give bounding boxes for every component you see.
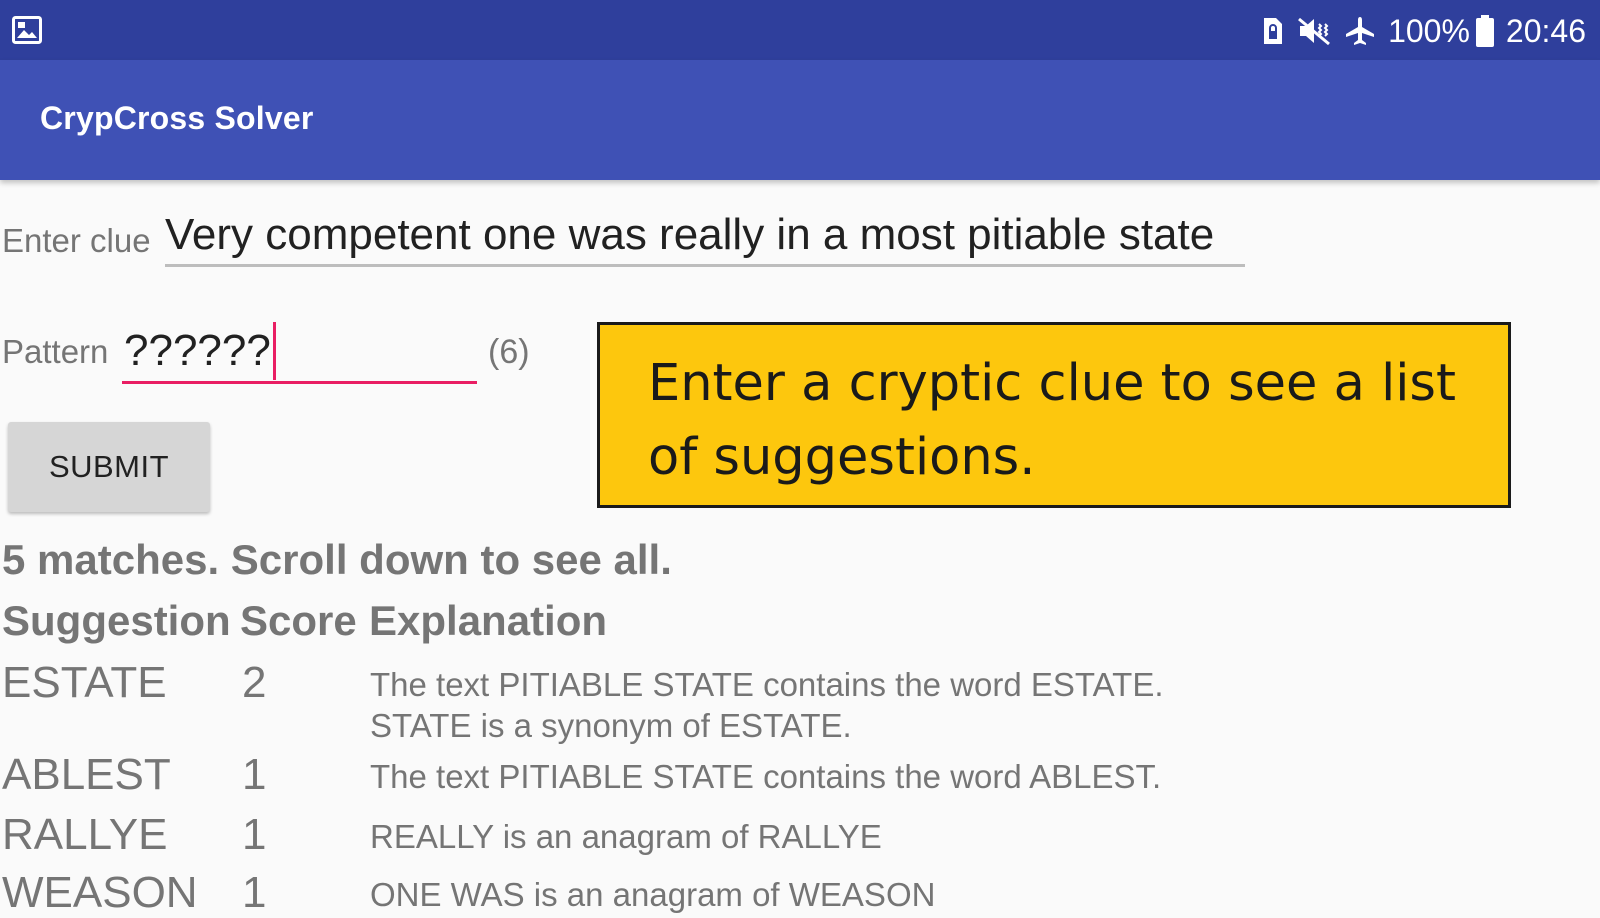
explanation-cell: The text PITIABLE STATE contains the wor… [370,758,1162,795]
app-title: CrypCross Solver [40,100,314,136]
table-row[interactable]: ABLEST 1 The text PITIABLE STATE contain… [2,750,1202,808]
airplane-mode-icon [1344,15,1376,47]
suggestion-cell: ESTATE [2,658,167,707]
battery-icon [1475,15,1494,47]
results-header: Suggestion Score Explanation [2,597,1202,647]
pattern-length: (6) [488,333,530,371]
suggestion-cell: WEASON [2,868,198,917]
pattern-input[interactable]: ?????? [122,312,477,384]
explanation-cell: The text PITIABLE STATE contains the wor… [370,666,1164,744]
suggestion-cell: ABLEST [2,750,171,799]
vibrate-mute-icon [1296,16,1332,46]
gallery-icon [12,16,42,44]
pattern-value: ?????? [124,326,271,375]
clue-input[interactable] [165,206,1245,267]
explanation-cell: REALLY is an anagram of RALLYE [370,818,882,855]
text-cursor [273,322,276,380]
score-cell: 1 [242,810,267,859]
status-icons: 100% 20:46 [1262,12,1586,50]
battery-level: 100% [1388,12,1470,49]
clue-label: Enter clue [2,222,151,259]
table-row[interactable]: RALLYE 1 REALLY is an anagram of RALLYE [2,810,1202,868]
hint-tooltip[interactable]: Enter a cryptic clue to see a list of su… [597,322,1511,508]
score-cell: 1 [242,868,267,917]
app-bar: CrypCross Solver [0,60,1600,180]
clock: 20:46 [1505,12,1586,49]
status-bar: 100% 20:46 [0,0,1600,60]
submit-button[interactable]: SUBMIT [8,422,210,512]
column-header-score: Score [240,597,357,644]
column-header-suggestion: Suggestion [2,597,231,644]
column-header-explanation: Explanation [369,597,608,644]
explanation-cell: ONE WAS is an anagram of WEASON [370,876,936,913]
match-count: 5 matches. Scroll down to see all. [2,536,672,583]
score-cell: 1 [242,750,267,799]
suggestion-cell: RALLYE [2,810,168,859]
sim-lock-icon [1262,16,1284,46]
pattern-label: Pattern [2,333,109,370]
score-cell: 2 [242,658,267,707]
table-row[interactable]: ESTATE 2 The text PITIABLE STATE contain… [2,658,1202,746]
table-row[interactable]: WEASON 1 ONE WAS is an anagram of WEASON [2,868,1202,917]
